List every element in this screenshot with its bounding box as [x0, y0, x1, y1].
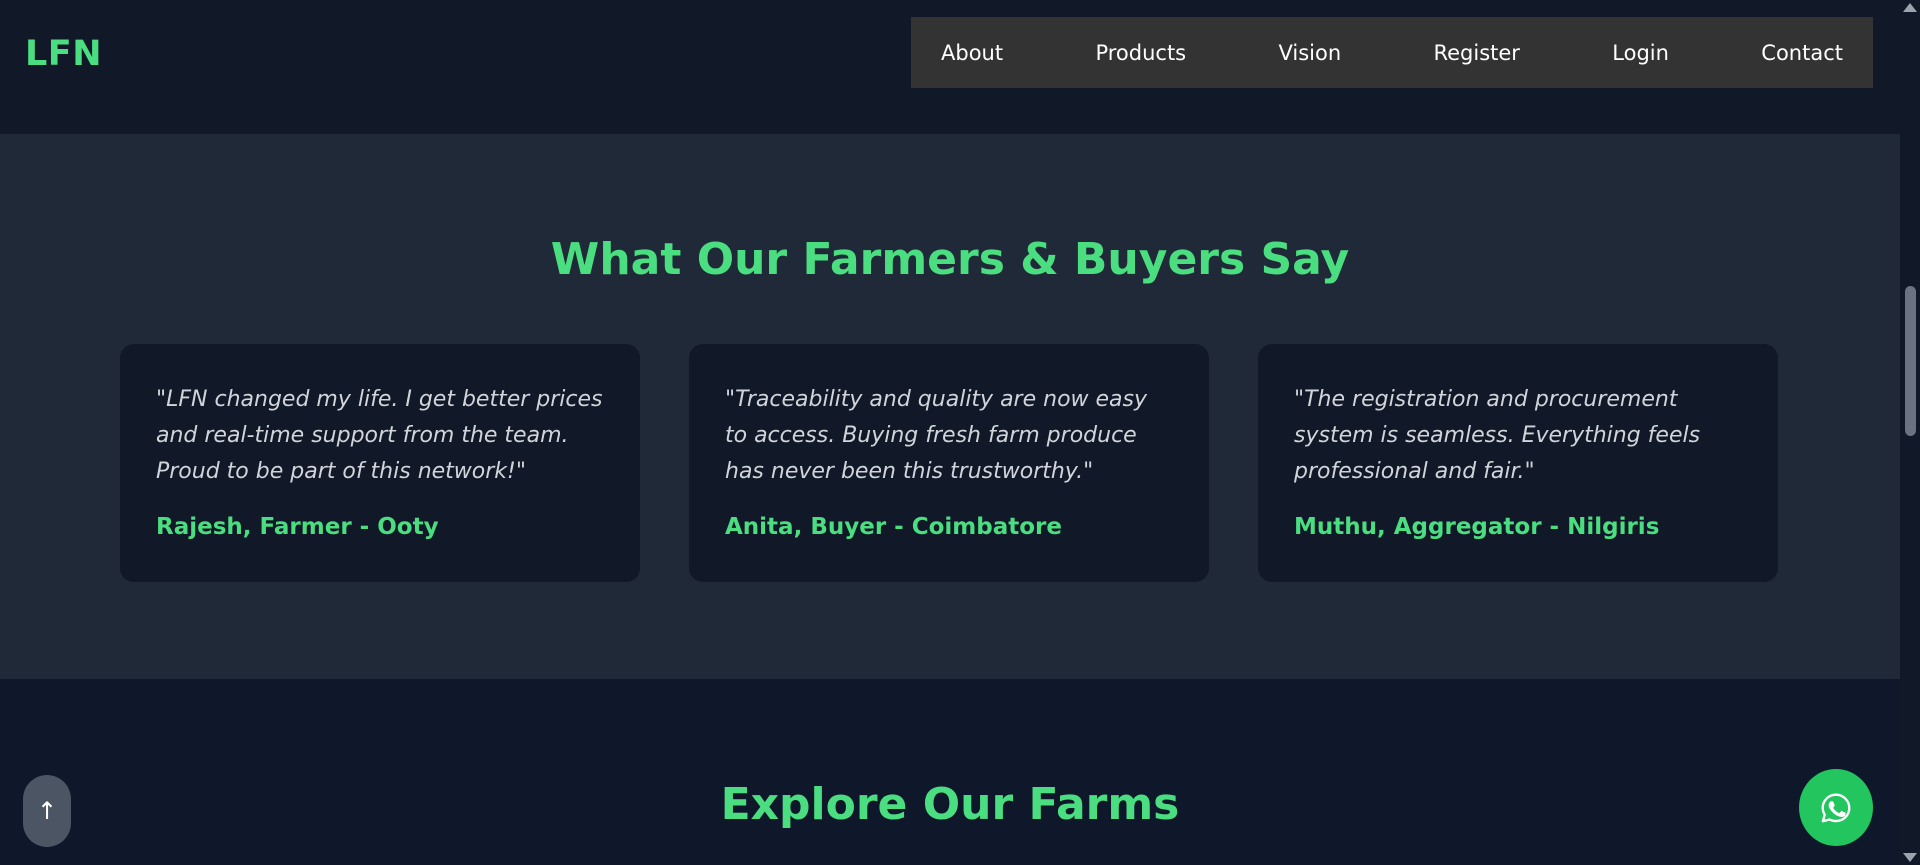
page-scrollbar[interactable] — [1900, 0, 1920, 865]
logo[interactable]: LFN — [25, 34, 102, 74]
whatsapp-icon — [1821, 793, 1851, 822]
nav-link-products[interactable]: Products — [1095, 41, 1186, 65]
testimonial-author: Anita, Buyer - Coimbatore — [725, 514, 1062, 540]
testimonial-author: Muthu, Aggregator - Nilgiris — [1294, 514, 1660, 540]
farms-section: Explore Our Farms — [0, 679, 1900, 865]
scroll-to-top-button[interactable]: ↑ — [23, 775, 71, 847]
page: LFN About Products Vision Register Login… — [0, 0, 1900, 865]
testimonial-card: "LFN changed my life. I get better price… — [120, 344, 640, 582]
scrollbar-thumb[interactable] — [1905, 286, 1916, 436]
testimonial-quote: "The registration and procurement system… — [1294, 387, 1701, 484]
nav-link-vision[interactable]: Vision — [1278, 41, 1341, 65]
nav-link-login[interactable]: Login — [1612, 41, 1669, 65]
testimonial-card: "Traceability and quality are now easy t… — [689, 344, 1209, 582]
testimonial-quote: "Traceability and quality are now easy t… — [725, 387, 1148, 484]
nav-link-register[interactable]: Register — [1433, 41, 1519, 65]
main-nav: About Products Vision Register Login Con… — [911, 17, 1873, 88]
testimonials-section: What Our Farmers & Buyers Say "LFN chang… — [0, 134, 1900, 679]
nav-link-about[interactable]: About — [941, 41, 1003, 65]
whatsapp-button[interactable] — [1799, 769, 1873, 846]
testimonials-title: What Our Farmers & Buyers Say — [550, 234, 1350, 285]
testimonial-quote: "LFN changed my life. I get better price… — [156, 387, 603, 484]
testimonial-author: Rajesh, Farmer - Ooty — [156, 514, 439, 540]
testimonial-cards: "LFN changed my life. I get better price… — [120, 344, 1778, 582]
testimonial-card: "The registration and procurement system… — [1258, 344, 1778, 582]
farms-title: Explore Our Farms — [720, 779, 1180, 830]
site-header: LFN About Products Vision Register Login… — [0, 0, 1900, 134]
arrow-up-icon: ↑ — [36, 797, 58, 825]
nav-link-contact[interactable]: Contact — [1761, 41, 1843, 65]
scroll-up-arrow-icon[interactable] — [1903, 3, 1917, 12]
scroll-down-arrow-icon[interactable] — [1903, 853, 1917, 862]
